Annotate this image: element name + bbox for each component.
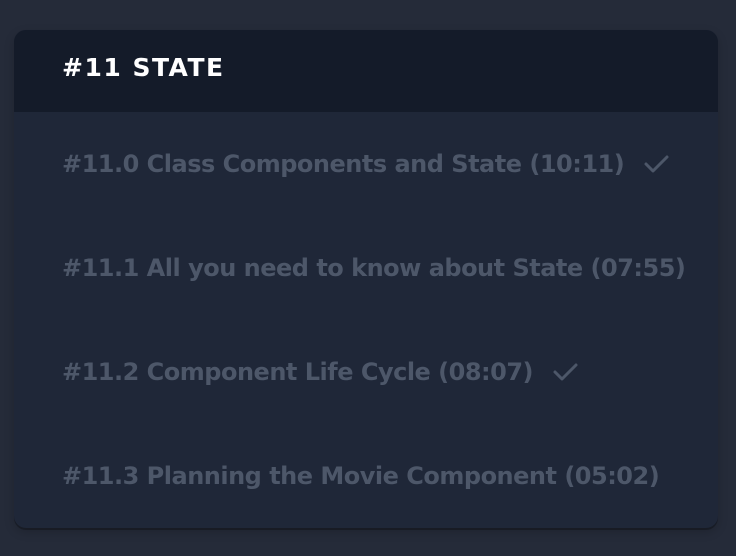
lesson-label: #11.0 Class Components and State (10:11) — [62, 150, 625, 178]
lesson-item[interactable]: #11.1 All you need to know about State (… — [14, 216, 718, 320]
lesson-label: #11.1 All you need to know about State (… — [62, 254, 686, 282]
lesson-label: #11.3 Planning the Movie Component (05:0… — [62, 462, 660, 490]
lesson-item[interactable]: #11.0 Class Components and State (10:11) — [14, 112, 718, 216]
lesson-label: #11.2 Component Life Cycle (08:07) — [62, 358, 534, 386]
section-card: #11 STATE #11.0 Class Components and Sta… — [14, 30, 718, 528]
lesson-list: #11.0 Class Components and State (10:11)… — [14, 112, 718, 528]
section-title: #11 STATE — [62, 52, 225, 82]
lesson-item[interactable]: #11.3 Planning the Movie Component (05:0… — [14, 424, 718, 528]
check-icon — [551, 361, 581, 383]
check-icon — [642, 153, 672, 175]
lesson-item[interactable]: #11.2 Component Life Cycle (08:07) — [14, 320, 718, 424]
section-header[interactable]: #11 STATE — [14, 30, 718, 112]
